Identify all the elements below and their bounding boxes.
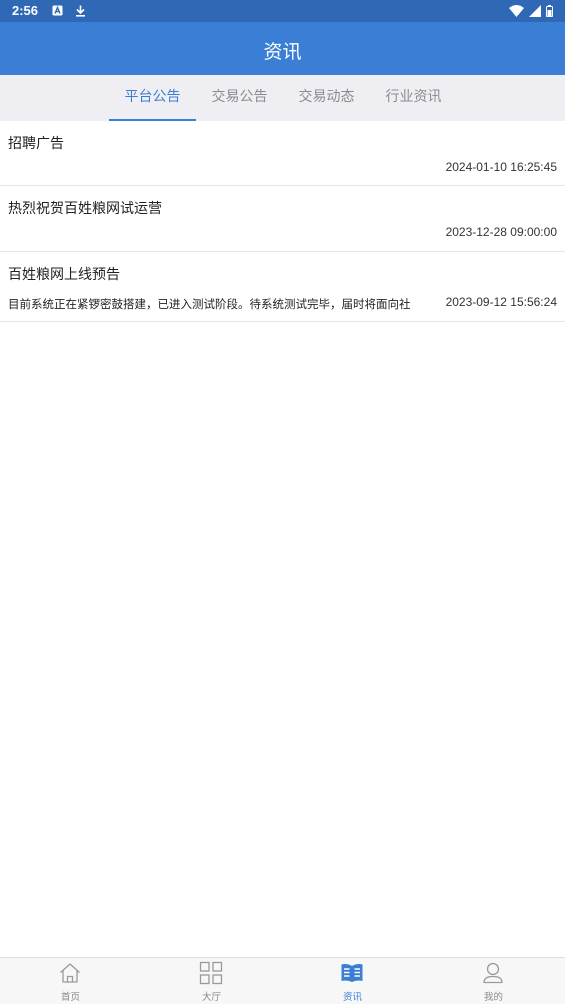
nav-label-hall: 大厅 <box>201 992 221 1003</box>
nav-news[interactable]: 资讯 <box>282 958 423 1004</box>
tab-trade-news[interactable]: 交易动态 <box>283 75 370 121</box>
nav-mine[interactable]: 我的 <box>423 958 564 1004</box>
status-icons-right <box>509 5 553 17</box>
list-item[interactable]: 百姓粮网上线预告 目前系统正在紧锣密鼓搭建，已进入测试阶段。待系统测试完毕，届时… <box>0 252 565 322</box>
news-list: 招聘广告 2024-01-10 16:25:45 热烈祝贺百姓粮网试运营 202… <box>0 121 565 322</box>
user-icon <box>483 962 503 984</box>
tab-bar: 平台公告 交易公告 交易动态 行业资讯 <box>0 75 565 121</box>
nav-label-mine: 我的 <box>483 992 503 1003</box>
status-icons-left <box>52 5 86 17</box>
news-date: 2024-01-10 16:25:45 <box>445 160 557 174</box>
tab-trade-notice[interactable]: 交易公告 <box>196 75 283 121</box>
news-summary: 目前系统正在紧锣密鼓搭建，已进入测试阶段。待系统测试完毕，届时将面向社 <box>8 297 411 311</box>
news-title: 百姓粮网上线预告 <box>8 267 120 283</box>
notification-a-icon <box>52 5 63 16</box>
status-bar: 2:56 <box>0 0 565 22</box>
wifi-icon <box>509 5 524 17</box>
nav-label-news: 资讯 <box>342 992 362 1003</box>
news-date: 2023-09-12 15:56:24 <box>445 295 557 309</box>
tab-industry-news[interactable]: 行业资讯 <box>370 75 457 121</box>
nav-label-home: 首页 <box>60 992 80 1003</box>
battery-icon <box>546 5 553 17</box>
news-date: 2023-12-28 09:00:00 <box>445 225 557 239</box>
list-item[interactable]: 热烈祝贺百姓粮网试运营 2023-12-28 09:00:00 <box>0 186 565 252</box>
nav-hall[interactable]: 大厅 <box>141 958 282 1004</box>
status-time: 2:56 <box>12 3 39 18</box>
download-icon <box>76 5 85 17</box>
home-icon <box>60 963 80 983</box>
nav-home[interactable]: 首页 <box>0 958 141 1004</box>
signal-icon <box>529 5 541 17</box>
page-title: 资讯 <box>263 41 302 63</box>
news-title: 热烈祝贺百姓粮网试运营 <box>8 201 162 217</box>
bottom-nav: 首页 大厅 资讯 我的 <box>0 957 565 1004</box>
news-icon <box>341 964 363 982</box>
tab-platform-notice[interactable]: 平台公告 <box>109 75 196 121</box>
list-item[interactable]: 招聘广告 2024-01-10 16:25:45 <box>0 121 565 186</box>
grid-icon <box>199 961 223 985</box>
news-title: 招聘广告 <box>8 136 64 152</box>
app-bar: 资讯 <box>0 22 565 75</box>
